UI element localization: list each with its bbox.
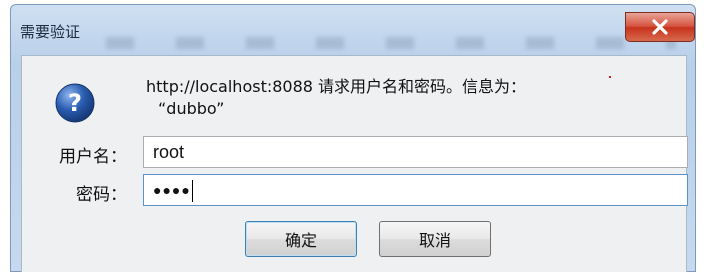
auth-dialog-window: 需要验证 ? http://localhost:8088 请求用户名和密码。信息… [10,4,696,272]
svg-text:?: ? [68,89,82,117]
dialog-body: ? http://localhost:8088 请求用户名和密码。信息为： “d… [21,55,688,272]
username-label: 用户名： [59,147,127,167]
password-mask: ●●●● [153,182,191,198]
close-button[interactable] [625,12,695,42]
stray-pixel [609,76,611,78]
question-mark-icon: ? [55,83,95,123]
password-label: 密码： [76,185,127,205]
text-caret [191,180,193,203]
username-value: root [153,142,185,162]
cancel-button[interactable]: 取消 [379,221,491,257]
password-input[interactable]: ●●●● [143,174,688,206]
username-input[interactable]: root [143,136,688,168]
message-line-1: http://localhost:8088 请求用户名和密码。信息为： [146,77,527,96]
background-blur [106,37,676,49]
close-icon [651,19,669,35]
dialog-title: 需要验证 [20,23,81,41]
auth-message: http://localhost:8088 请求用户名和密码。信息为： “dub… [146,76,526,120]
message-line-2: “dubbo” [158,99,225,118]
ok-button[interactable]: 确定 [245,221,357,257]
